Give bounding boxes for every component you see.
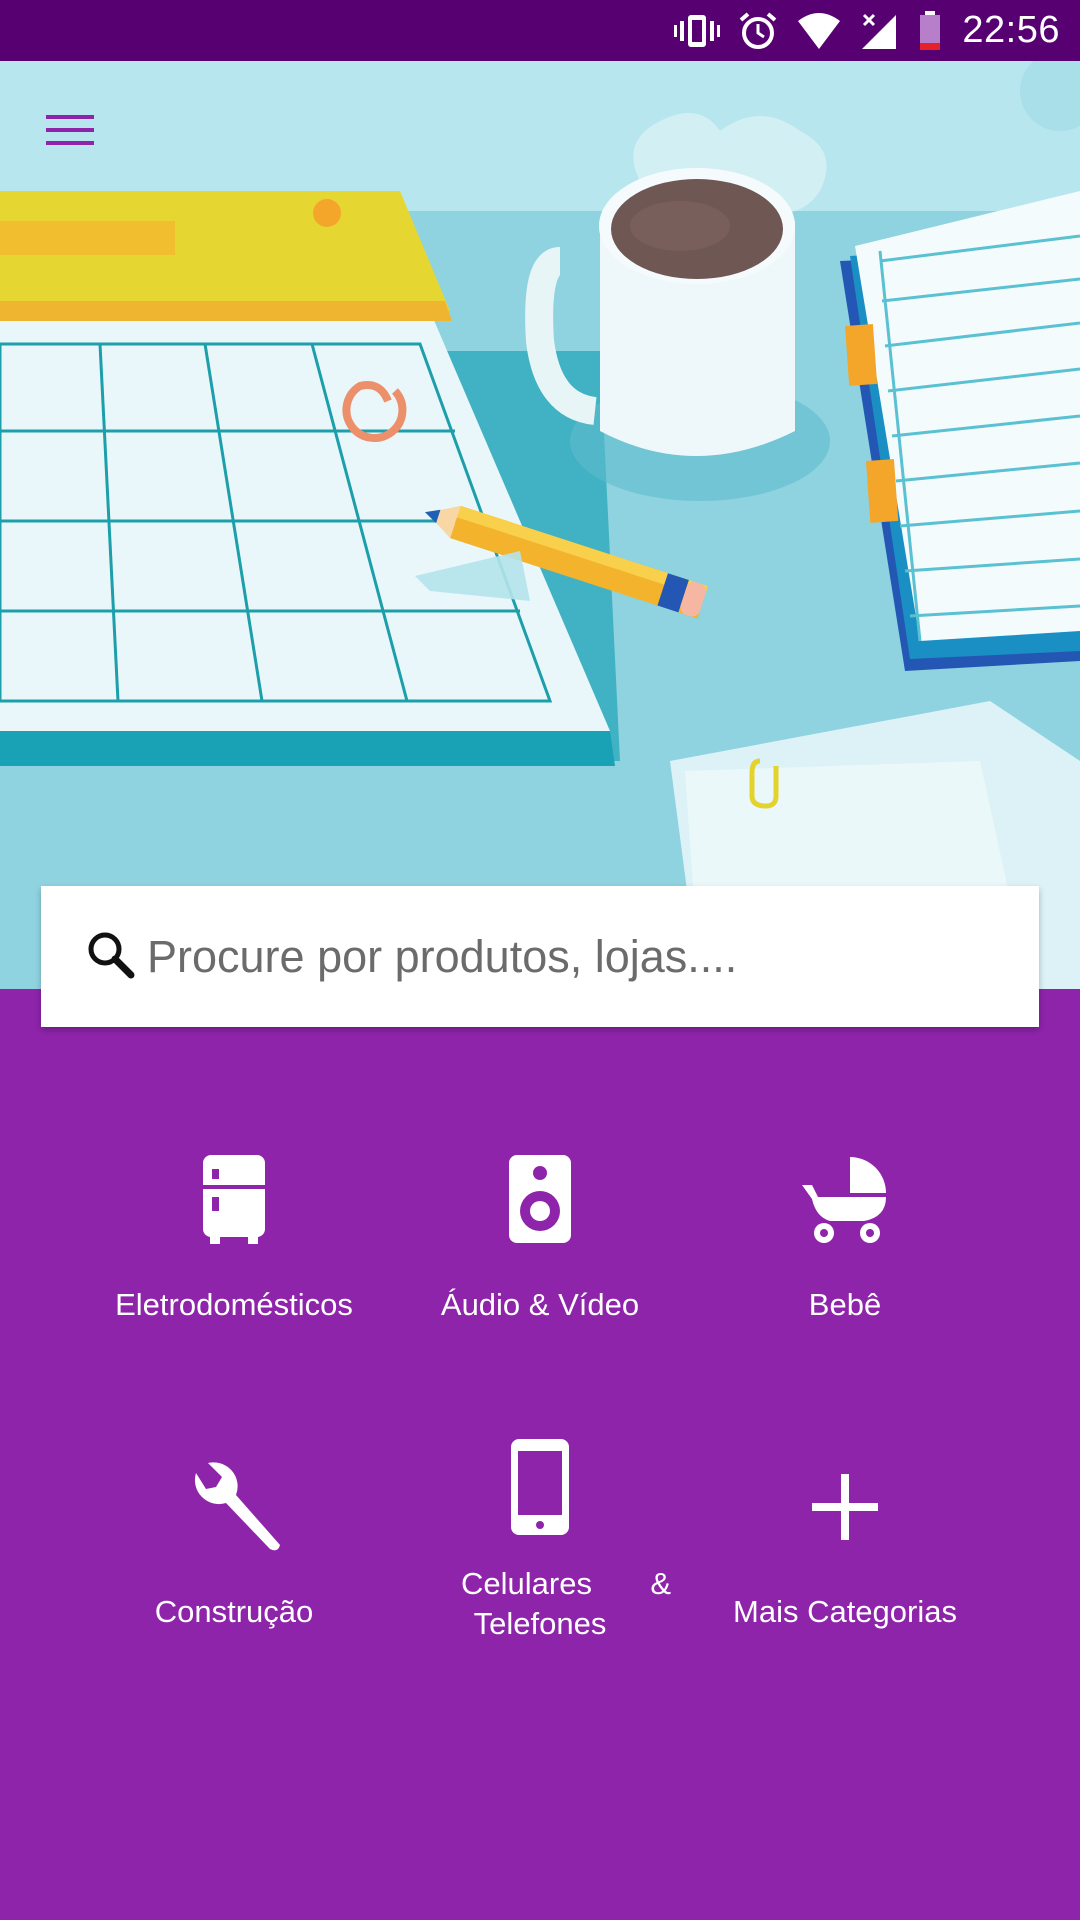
search-box[interactable] [41, 886, 1039, 1027]
category-label: Bebê [808, 1287, 882, 1322]
baby-stroller-icon [802, 1145, 888, 1255]
speaker-icon [509, 1145, 571, 1255]
vibrate-icon [674, 11, 721, 51]
status-time: 22:56 [962, 9, 1060, 51]
category-eletrodomesticos[interactable]: Eletrodomésticos [74, 1145, 394, 1325]
category-label: Áudio & Vídeo [440, 1287, 640, 1322]
signal-icon [860, 11, 900, 51]
category-construcao[interactable]: Construção [74, 1452, 394, 1632]
wifi-icon [796, 11, 842, 51]
category-bebe[interactable]: Bebê [685, 1145, 1005, 1325]
category-label: Mais Categorias [733, 1594, 957, 1629]
search-input[interactable] [145, 929, 1029, 984]
alarm-icon [738, 11, 778, 51]
search-icon [85, 929, 135, 984]
status-bar: 22:56 [0, 0, 1080, 61]
smartphone-icon [511, 1432, 569, 1542]
battery-low-icon [918, 10, 942, 51]
category-celulares-telefones[interactable]: Celulares & Telefones [380, 1432, 700, 1644]
wrench-icon [186, 1452, 282, 1562]
category-label: Construção [154, 1594, 314, 1629]
fridge-icon [202, 1145, 266, 1255]
category-label: Eletrodomésticos [115, 1287, 353, 1322]
category-audio-video[interactable]: Áudio & Vídeo [380, 1145, 700, 1325]
hamburger-menu-icon [46, 113, 94, 152]
menu-button[interactable] [30, 100, 110, 164]
hero-illustration [0, 61, 1080, 989]
category-label: Celulares & Telefones [461, 1566, 671, 1641]
category-mais-categorias[interactable]: Mais Categorias [685, 1452, 1005, 1632]
plus-icon [812, 1452, 878, 1562]
